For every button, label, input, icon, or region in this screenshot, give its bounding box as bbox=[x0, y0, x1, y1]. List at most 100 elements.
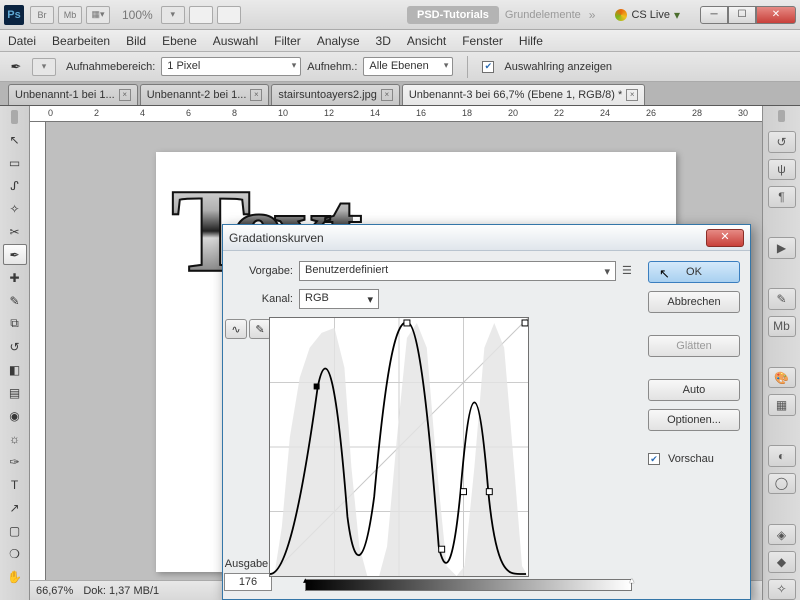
input-gradient-strip[interactable]: ▴ ▴ bbox=[305, 579, 632, 591]
panel-styles-icon[interactable]: ▦ bbox=[768, 394, 796, 415]
document-tab-bar: Unbenannt-1 bei 1...× Unbenannt-2 bei 1.… bbox=[0, 82, 800, 106]
workspace-secondary[interactable]: Grundelemente bbox=[505, 9, 581, 21]
palette-grip-icon[interactable] bbox=[11, 110, 18, 124]
screen-mode-icon[interactable] bbox=[217, 6, 241, 24]
show-ring-label: Auswahlring anzeigen bbox=[504, 61, 612, 73]
dialog-title: Gradationskurven bbox=[229, 231, 706, 245]
panel-mb-icon[interactable]: Mb bbox=[768, 316, 796, 337]
panel-grip-icon[interactable] bbox=[778, 110, 785, 122]
menu-hilfe[interactable]: Hilfe bbox=[519, 34, 543, 48]
cs-live-button[interactable]: CS Live ▾ bbox=[615, 8, 680, 22]
menu-filter[interactable]: Filter bbox=[274, 34, 301, 48]
preset-combo[interactable]: Benutzerdefiniert bbox=[299, 261, 616, 281]
doc-tab-4[interactable]: Unbenannt-3 bei 66,7% (Ebene 1, RGB/8) *… bbox=[402, 84, 645, 105]
close-icon[interactable]: × bbox=[119, 89, 131, 101]
panel-history-icon[interactable]: ↺ bbox=[768, 131, 796, 152]
menu-fenster[interactable]: Fenster bbox=[462, 34, 503, 48]
output-field[interactable] bbox=[224, 573, 272, 591]
panel-layers-icon[interactable]: ◈ bbox=[768, 524, 796, 545]
status-docinfo[interactable]: Dok: 1,37 MB/1 bbox=[83, 585, 159, 597]
preview-checkbox[interactable]: ✔ bbox=[648, 453, 660, 465]
cslive-icon bbox=[615, 9, 627, 21]
channel-combo[interactable]: RGB bbox=[299, 289, 379, 309]
preset-menu-icon[interactable]: ☰ bbox=[622, 264, 636, 278]
ruler-vertical[interactable] bbox=[30, 122, 46, 580]
menu-auswahl[interactable]: Auswahl bbox=[213, 34, 258, 48]
minimize-button[interactable]: ─ bbox=[700, 6, 728, 24]
show-ring-checkbox[interactable]: ✔ bbox=[482, 61, 494, 73]
brush-tool[interactable]: ✎ bbox=[3, 290, 27, 311]
stamp-tool[interactable]: ⧉ bbox=[3, 313, 27, 334]
menu-3d[interactable]: 3D bbox=[376, 34, 391, 48]
move-tool[interactable]: ↖ bbox=[3, 129, 27, 150]
panel-play-icon[interactable]: ▶ bbox=[768, 237, 796, 258]
dodge-tool[interactable]: ☼ bbox=[3, 428, 27, 449]
zoom-dropdown-icon[interactable]: ▾ bbox=[161, 6, 185, 24]
options-button[interactable]: Optionen... bbox=[648, 409, 740, 431]
panel-brush-icon[interactable]: ✎ bbox=[768, 288, 796, 309]
marquee-tool[interactable]: ▭ bbox=[3, 152, 27, 173]
panel-channels-icon[interactable]: ◆ bbox=[768, 551, 796, 572]
panel-mask-icon[interactable]: ◯ bbox=[768, 473, 796, 494]
output-label: Ausgabe: bbox=[225, 558, 271, 570]
bridge-icon[interactable]: Br bbox=[30, 6, 54, 24]
status-zoom[interactable]: 66,67% bbox=[36, 585, 73, 597]
close-icon[interactable]: × bbox=[626, 89, 638, 101]
curve-pencil-tool[interactable]: ✎ bbox=[249, 319, 271, 339]
smooth-button[interactable]: Glätten bbox=[648, 335, 740, 357]
type-tool[interactable]: T bbox=[3, 474, 27, 495]
crop-tool[interactable]: ✂ bbox=[3, 221, 27, 242]
curve-svg bbox=[270, 318, 528, 576]
sample-size-label: Aufnahmebereich: bbox=[66, 61, 155, 73]
eyedropper-tool[interactable]: ✒ bbox=[3, 244, 27, 265]
auto-button[interactable]: Auto bbox=[648, 379, 740, 401]
history-brush-tool[interactable]: ↺ bbox=[3, 336, 27, 357]
menu-ansicht[interactable]: Ansicht bbox=[407, 34, 446, 48]
doc-tab-3[interactable]: stairsuntoayers2.jpg× bbox=[271, 84, 399, 105]
path-tool[interactable]: ↗ bbox=[3, 497, 27, 518]
menu-ebene[interactable]: Ebene bbox=[162, 34, 197, 48]
eraser-tool[interactable]: ◧ bbox=[3, 359, 27, 380]
doc-arrange-icon[interactable] bbox=[189, 6, 213, 24]
panel-adjust-icon[interactable]: ◐ bbox=[768, 445, 796, 466]
menu-bearbeiten[interactable]: Bearbeiten bbox=[52, 34, 110, 48]
doc-tab-1[interactable]: Unbenannt-1 bei 1...× bbox=[8, 84, 138, 105]
gradient-tool[interactable]: ▤ bbox=[3, 382, 27, 403]
menu-datei[interactable]: Datei bbox=[8, 34, 36, 48]
layout-icon[interactable]: ▦▾ bbox=[86, 6, 110, 24]
doc-tab-2[interactable]: Unbenannt-2 bei 1...× bbox=[140, 84, 270, 105]
3d-tool[interactable]: ❍ bbox=[3, 543, 27, 564]
shape-tool[interactable]: ▢ bbox=[3, 520, 27, 541]
panel-paths-icon[interactable]: ✧ bbox=[768, 579, 796, 600]
ruler-horizontal[interactable]: 0 2 4 6 8 10 12 14 16 18 20 22 24 26 28 … bbox=[30, 106, 762, 122]
close-icon[interactable]: × bbox=[381, 89, 393, 101]
heal-tool[interactable]: ✚ bbox=[3, 267, 27, 288]
panel-usb-icon[interactable]: ψ bbox=[768, 159, 796, 180]
minibridge-icon[interactable]: Mb bbox=[58, 6, 82, 24]
curve-point-tool[interactable]: ∿ bbox=[225, 319, 247, 339]
panel-paragraph-icon[interactable]: ¶ bbox=[768, 186, 796, 207]
curve-graph[interactable] bbox=[269, 317, 529, 577]
close-icon[interactable]: × bbox=[250, 89, 262, 101]
chevron-right-icon[interactable]: » bbox=[589, 8, 596, 22]
cancel-button[interactable]: Abbrechen bbox=[648, 291, 740, 313]
wand-tool[interactable]: ✧ bbox=[3, 198, 27, 219]
dialog-close-button[interactable]: ✕ bbox=[706, 229, 744, 247]
sample-size-combo[interactable]: 1 Pixel bbox=[161, 57, 301, 76]
zoom-level[interactable]: 100% bbox=[122, 8, 153, 22]
workspace-button[interactable]: PSD-Tutorials bbox=[407, 6, 499, 24]
sample-layers-combo[interactable]: Alle Ebenen bbox=[363, 57, 453, 76]
lasso-tool[interactable]: ᔑ bbox=[3, 175, 27, 196]
panel-swatches-icon[interactable]: 🎨 bbox=[768, 367, 796, 388]
hand-tool[interactable]: ✋ bbox=[3, 566, 27, 587]
maximize-button[interactable]: ☐ bbox=[728, 6, 756, 24]
tool-preset-dropdown[interactable]: ▾ bbox=[32, 58, 56, 76]
menu-bar: Datei Bearbeiten Bild Ebene Auswahl Filt… bbox=[0, 30, 800, 52]
pen-tool[interactable]: ✑ bbox=[3, 451, 27, 472]
menu-analyse[interactable]: Analyse bbox=[317, 34, 360, 48]
menu-bild[interactable]: Bild bbox=[126, 34, 146, 48]
blur-tool[interactable]: ◉ bbox=[3, 405, 27, 426]
close-button[interactable]: ✕ bbox=[756, 6, 796, 24]
dialog-titlebar[interactable]: Gradationskurven ✕ bbox=[223, 225, 750, 251]
ok-button[interactable]: ↖OK bbox=[648, 261, 740, 283]
